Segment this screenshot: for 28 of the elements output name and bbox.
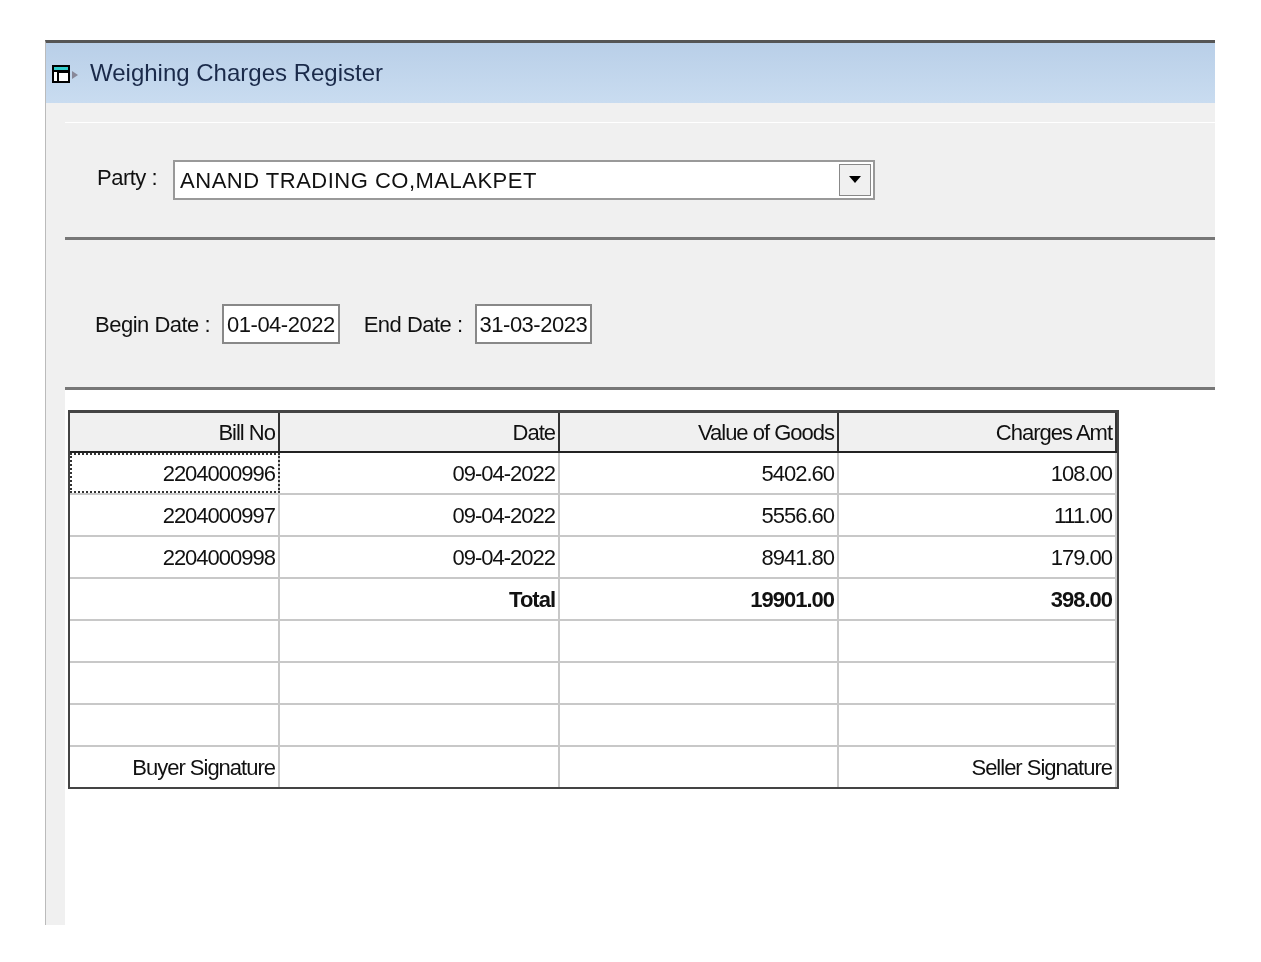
table-cell: 2204000997 (70, 495, 280, 535)
table-cell: 2204000998 (70, 537, 280, 577)
column-header[interactable]: Value of Goods (560, 413, 839, 451)
window-title: Weighing Charges Register (90, 58, 384, 88)
column-header[interactable]: Date (280, 413, 560, 451)
table-cell: 09-04-2022 (280, 453, 560, 493)
column-header[interactable]: Bill No (70, 413, 280, 451)
table-cell: 09-04-2022 (280, 537, 560, 577)
table-cell: Seller Signature (839, 747, 1117, 787)
table-cell: 2204000996 (70, 453, 280, 493)
begin-date-field[interactable]: 01-04-2022 (222, 304, 340, 344)
column-header[interactable]: Charges Amt (839, 413, 1117, 451)
party-dropdown[interactable]: ANAND TRADING CO,MALAKPET (173, 160, 876, 200)
party-label: Party : (97, 163, 158, 192)
table-cell: Buyer Signature (70, 747, 280, 787)
table-cell: 8941.80 (560, 537, 839, 577)
table-cell: 19901.00 (560, 579, 839, 619)
table-cell: Total (280, 579, 560, 619)
table-cell: 179.00 (839, 537, 1117, 577)
table-cell: 5402.60 (560, 453, 839, 493)
table-cell: 398.00 (839, 579, 1117, 619)
end-date-field[interactable]: 31-03-2023 (474, 304, 593, 344)
table-cell: 09-04-2022 (280, 495, 560, 535)
table-cell: 111.00 (839, 495, 1117, 535)
end-date-label: End Date : (363, 310, 463, 339)
begin-date-label: Begin Date : (95, 310, 211, 339)
table-cell: 5556.60 (560, 495, 839, 535)
table-cell: 108.00 (839, 453, 1117, 493)
